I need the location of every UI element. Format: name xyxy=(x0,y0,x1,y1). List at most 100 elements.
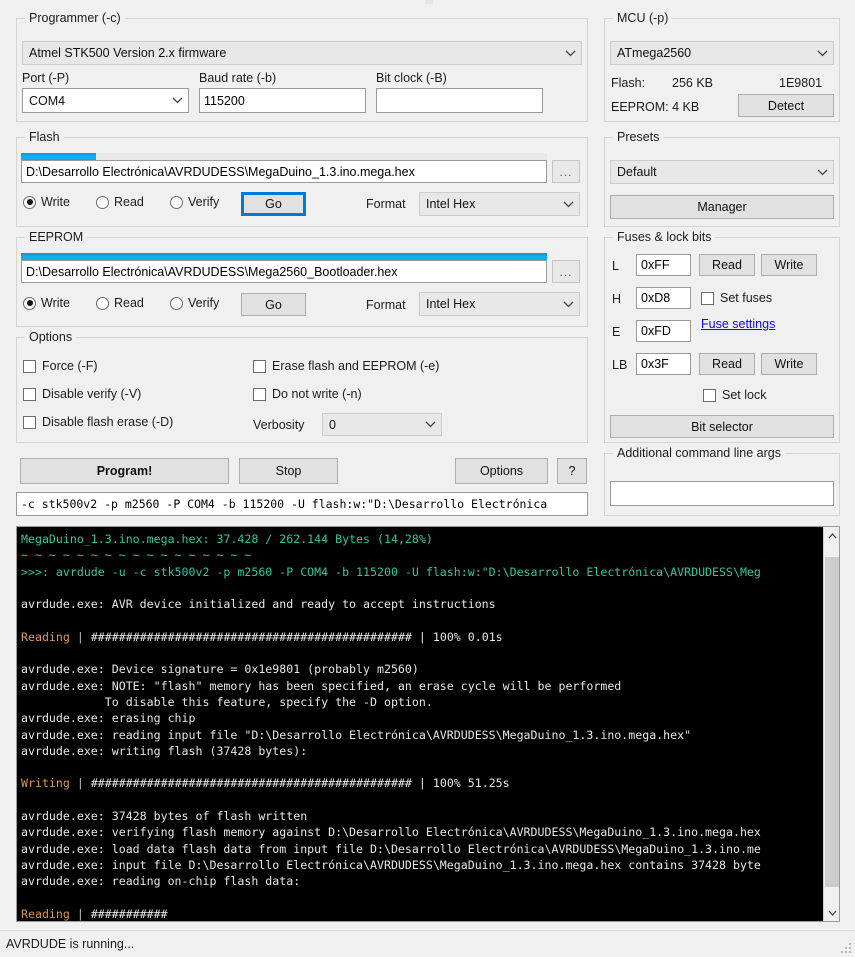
flash-browse-button[interactable]: ... xyxy=(552,160,580,183)
fuse-e-input[interactable]: 0xFD xyxy=(636,320,691,342)
force-checkbox[interactable]: Force (-F) xyxy=(23,359,98,373)
console-line: avrdude.exe: 37428 bytes of flash writte… xyxy=(21,809,308,824)
flash-file-input[interactable]: D:\Desarrollo Electrónica\AVRDUDESS\Mega… xyxy=(21,160,547,183)
presets-select[interactable]: Default xyxy=(610,160,834,184)
port-select[interactable]: COM4 xyxy=(22,88,189,113)
console-line: avrdude.exe: Device signature = 0x1e9801… xyxy=(21,662,419,677)
flash-progress-bar xyxy=(21,153,547,160)
eeprom-write-radio[interactable]: Write xyxy=(23,296,70,310)
eeprom-file-input[interactable]: D:\Desarrollo Electrónica\AVRDUDESS\Mega… xyxy=(21,260,547,283)
fuse-h-input[interactable]: 0xD8 xyxy=(636,287,691,309)
fuse-l-input[interactable]: 0xFF xyxy=(636,254,691,276)
set-fuses-label: Set fuses xyxy=(720,291,773,305)
baud-rate-input[interactable]: 115200 xyxy=(199,88,366,113)
options-button[interactable]: Options xyxy=(455,458,548,484)
scroll-up-icon[interactable] xyxy=(824,527,839,544)
extra-args-group-title: Additional command line args xyxy=(613,446,785,460)
flash-verify-label: Verify xyxy=(188,195,220,209)
console-line: avrdude.exe: erasing chip xyxy=(21,711,196,726)
scroll-down-icon[interactable] xyxy=(824,904,839,921)
eeprom-format-value: Intel Hex xyxy=(426,297,476,311)
detect-button[interactable]: Detect xyxy=(738,94,834,117)
radio-dot-icon xyxy=(23,296,36,310)
radio-dot-icon xyxy=(170,195,183,209)
fuse-e-label: E xyxy=(612,325,621,339)
checkbox-icon xyxy=(703,388,716,402)
set-lock-checkbox[interactable]: Set lock xyxy=(703,388,766,402)
eeprom-browse-button[interactable]: ... xyxy=(552,260,580,283)
command-line-input[interactable]: -c stk500v2 -p m2560 -P COM4 -b 115200 -… xyxy=(16,492,588,516)
chevron-down-icon xyxy=(811,50,833,57)
flash-verify-radio[interactable]: Verify xyxy=(170,195,219,209)
eeprom-read-radio[interactable]: Read xyxy=(96,296,144,310)
mcu-eeprom-label: EEPROM: 4 KB xyxy=(611,100,700,114)
fuse-lb-input[interactable]: 0x3F xyxy=(636,353,691,375)
status-bar: AVRDUDE is running... xyxy=(0,930,855,957)
console-line: avrdude.exe: verifying flash memory agai… xyxy=(21,825,761,840)
mcu-select-value: ATmega2560 xyxy=(617,46,692,60)
console-line: ~ ~ ~ ~ ~ ~ ~ ~ ~ ~ ~ ~ ~ ~ ~ ~ ~ xyxy=(21,548,252,563)
bit-selector-button[interactable]: Bit selector xyxy=(610,415,834,438)
presets-manager-button[interactable]: Manager xyxy=(610,195,834,219)
flash-format-select[interactable]: Intel Hex xyxy=(419,192,580,216)
force-label: Force (-F) xyxy=(42,359,98,373)
extra-args-input[interactable] xyxy=(610,481,834,506)
do-not-write-checkbox[interactable]: Do not write (-n) xyxy=(253,387,362,401)
mcu-select[interactable]: ATmega2560 xyxy=(610,41,834,65)
disable-verify-checkbox[interactable]: Disable verify (-V) xyxy=(23,387,141,401)
erase-flash-eeprom-label: Erase flash and EEPROM (-e) xyxy=(272,359,440,373)
flash-write-radio[interactable]: Write xyxy=(23,195,70,209)
eeprom-group-title: EEPROM xyxy=(25,230,88,244)
flash-go-button[interactable]: Go xyxy=(241,192,306,216)
verbosity-label: Verbosity xyxy=(253,418,305,432)
eeprom-verify-radio[interactable]: Verify xyxy=(170,296,219,310)
disable-flash-erase-checkbox[interactable]: Disable flash erase (-D) xyxy=(23,415,173,429)
erase-flash-eeprom-checkbox[interactable]: Erase flash and EEPROM (-e) xyxy=(253,359,439,373)
resize-grip-icon[interactable] xyxy=(839,941,851,953)
chevron-down-icon xyxy=(811,169,833,176)
console-line: MegaDuino_1.3.ino.mega.hex: 37.428 / 262… xyxy=(21,532,433,546)
lockbit-read-button[interactable]: Read xyxy=(699,353,755,375)
eeprom-format-select[interactable]: Intel Hex xyxy=(419,292,580,316)
flash-write-label: Write xyxy=(41,195,70,209)
console-line: Writing | ##############################… xyxy=(21,776,510,791)
programmer-select[interactable]: Atmel STK500 Version 2.x firmware xyxy=(22,41,582,65)
console-line: >>>: avrdude -u -c stk500v2 -p m2560 -P … xyxy=(21,564,761,579)
disable-flash-erase-label: Disable flash erase (-D) xyxy=(42,415,174,429)
programmer-group-title: Programmer (-c) xyxy=(25,11,125,25)
console-line: avrdude.exe: reading input file "D:\Desa… xyxy=(21,727,692,742)
chevron-down-icon xyxy=(166,97,188,104)
do-not-write-label: Do not write (-n) xyxy=(272,387,362,401)
program-button[interactable]: Program! xyxy=(20,458,229,484)
fuse-settings-link[interactable]: Fuse settings xyxy=(701,317,775,331)
fuse-write-button[interactable]: Write xyxy=(761,254,817,276)
fuse-read-button[interactable]: Read xyxy=(699,254,755,276)
verbosity-select[interactable]: 0 xyxy=(322,413,442,436)
console-line: avrdude.exe: writing flash (37428 bytes)… xyxy=(21,743,308,758)
bit-clock-label: Bit clock (-B) xyxy=(376,71,447,85)
lockbit-write-button[interactable]: Write xyxy=(761,353,817,375)
flash-read-radio[interactable]: Read xyxy=(96,195,144,209)
set-fuses-checkbox[interactable]: Set fuses xyxy=(701,291,772,305)
window-top-stub xyxy=(425,0,433,4)
presets-select-value: Default xyxy=(617,165,657,179)
console-line: avrdude.exe: NOTE: "flash" memory has be… xyxy=(21,678,622,693)
flash-group-title: Flash xyxy=(25,130,64,144)
mcu-flash-value: 256 KB xyxy=(672,76,714,90)
stop-button[interactable]: Stop xyxy=(239,458,338,484)
chevron-down-icon xyxy=(419,421,441,428)
baud-rate-label: Baud rate (-b) xyxy=(199,71,277,85)
console-line: Reading | ########### xyxy=(21,906,168,921)
help-button[interactable]: ? xyxy=(557,458,587,484)
eeprom-go-button[interactable]: Go xyxy=(241,293,306,316)
scrollbar-thumb[interactable] xyxy=(825,557,839,887)
bit-clock-input[interactable] xyxy=(376,88,543,113)
mcu-group-title: MCU (-p) xyxy=(613,11,673,25)
fuse-l-label: L xyxy=(612,259,619,273)
console-output[interactable]: MegaDuino_1.3.ino.mega.hex: 37.428 / 262… xyxy=(16,526,840,922)
checkbox-icon xyxy=(253,387,266,401)
eeprom-write-label: Write xyxy=(41,296,70,310)
console-scrollbar[interactable] xyxy=(823,527,839,921)
